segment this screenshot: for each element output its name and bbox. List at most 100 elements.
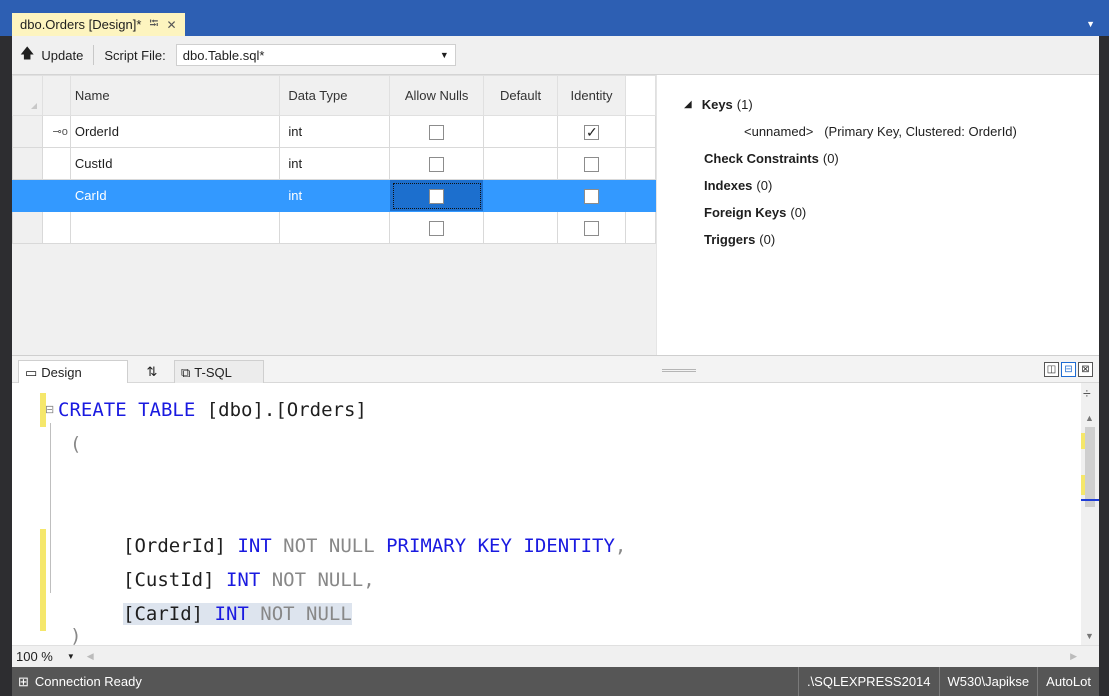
columns-grid: Name Data Type Allow Nulls Default Ident… bbox=[12, 75, 656, 355]
split-editor-icon[interactable]: ÷ bbox=[1083, 385, 1091, 401]
triggers-count: (0) bbox=[759, 232, 776, 247]
tab-design[interactable]: ▭ Design bbox=[18, 360, 128, 384]
code-keyword: INT bbox=[214, 569, 261, 591]
header-name[interactable]: Name bbox=[69, 75, 281, 116]
column-name-cell[interactable]: OrderId bbox=[69, 115, 281, 148]
identity-checkbox[interactable] bbox=[584, 188, 600, 204]
allow-nulls-checkbox[interactable] bbox=[429, 220, 445, 236]
allow-nulls-cell[interactable] bbox=[389, 147, 485, 180]
allow-nulls-cell[interactable] bbox=[389, 211, 485, 244]
identity-cell[interactable] bbox=[557, 147, 626, 180]
collapse-pane-icon[interactable]: ⊠ bbox=[1078, 362, 1093, 377]
column-name-cell[interactable]: CarId bbox=[69, 179, 281, 212]
data-type-cell[interactable]: int bbox=[279, 179, 391, 212]
triggers-label: Triggers bbox=[704, 232, 756, 247]
header-data-type[interactable]: Data Type bbox=[279, 75, 391, 116]
splitter-grip[interactable] bbox=[662, 369, 696, 372]
code-comma: , bbox=[363, 569, 375, 591]
identity-checkbox[interactable] bbox=[584, 156, 600, 172]
data-type-cell[interactable]: int bbox=[279, 147, 391, 180]
table-row[interactable]: CustId int bbox=[12, 147, 656, 180]
row-selector[interactable] bbox=[12, 147, 43, 180]
data-type-cell[interactable] bbox=[279, 211, 391, 244]
scroll-right-icon[interactable]: ▶ bbox=[1070, 651, 1077, 662]
triggers-node[interactable]: Triggers (0) bbox=[684, 226, 1099, 253]
column-name-cell[interactable] bbox=[69, 211, 281, 244]
scrollbar-thumb[interactable] bbox=[1085, 427, 1095, 507]
allow-nulls-checkbox[interactable] bbox=[429, 188, 445, 204]
identity-checkbox[interactable] bbox=[584, 220, 600, 236]
table-row-selected[interactable]: CarId int bbox=[12, 179, 656, 212]
code-line-1: CREATE TABLE [dbo].[Orders] bbox=[58, 393, 1058, 427]
zoom-level[interactable]: 100 % bbox=[16, 649, 53, 664]
column-name-cell[interactable]: CustId bbox=[69, 147, 281, 180]
allow-nulls-cell[interactable] bbox=[389, 115, 485, 148]
vertical-scrollbar[interactable]: ÷ ▲ ▼ bbox=[1081, 383, 1099, 645]
vertical-split-icon[interactable]: ◫ bbox=[1044, 362, 1059, 377]
default-cell[interactable] bbox=[483, 115, 559, 148]
code-paren: ( bbox=[70, 433, 82, 455]
close-icon[interactable]: ✕ bbox=[166, 18, 176, 32]
pane-switcher-bar: ▭ Design ⇅ ⧉ T-SQL ◫ ⊟ ⊠ bbox=[12, 355, 1099, 384]
keys-panel: ◢ Keys (1) <unnamed> (Primary Key, Clust… bbox=[664, 75, 1099, 355]
default-cell[interactable] bbox=[483, 179, 559, 212]
collapse-icon[interactable]: ⊟ bbox=[45, 403, 54, 416]
tab-tsql[interactable]: ⧉ T-SQL bbox=[174, 360, 264, 384]
chevron-down-icon[interactable]: ▼ bbox=[440, 50, 449, 60]
code-keyword: CREATE TABLE bbox=[58, 399, 196, 421]
code-identifier: [OrderId] bbox=[123, 535, 226, 557]
script-file-value: dbo.Table.sql* bbox=[182, 47, 265, 63]
table-row-new[interactable] bbox=[12, 211, 656, 244]
server-name: .\SQLEXPRESS2014 bbox=[797, 667, 939, 696]
script-file-dropdown[interactable]: dbo.Table.sql* ▼ bbox=[175, 44, 456, 66]
row-selector[interactable] bbox=[12, 211, 43, 244]
allow-nulls-checkbox[interactable] bbox=[429, 156, 445, 172]
designer-toolbar: 🡅 Update Script File: dbo.Table.sql* ▼ bbox=[12, 36, 1099, 75]
update-icon[interactable]: 🡅 bbox=[20, 43, 34, 67]
vertical-splitter[interactable] bbox=[656, 75, 662, 355]
check-constraints-count: (0) bbox=[822, 151, 839, 166]
table-row[interactable]: ⊸o OrderId int bbox=[12, 115, 656, 148]
scroll-down-icon[interactable]: ▼ bbox=[1085, 631, 1094, 641]
identity-cell[interactable] bbox=[557, 179, 626, 212]
allow-nulls-checkbox[interactable] bbox=[429, 124, 445, 140]
document-tab[interactable]: dbo.Orders [Design]* ⭾ ✕ bbox=[12, 13, 185, 36]
default-cell[interactable] bbox=[483, 211, 559, 244]
change-marker bbox=[40, 529, 46, 631]
identity-cell[interactable] bbox=[557, 211, 626, 244]
indexes-node[interactable]: Indexes (0) bbox=[684, 172, 1099, 199]
row-selector[interactable] bbox=[12, 179, 43, 212]
header-identity[interactable]: Identity bbox=[557, 75, 626, 116]
zoom-dropdown-icon[interactable]: ▼ bbox=[67, 652, 75, 661]
primary-key-item[interactable]: <unnamed> (Primary Key, Clustered: Order… bbox=[684, 118, 1099, 145]
caret-marker bbox=[1081, 499, 1099, 501]
data-type-cell[interactable]: int bbox=[279, 115, 391, 148]
select-all-corner[interactable] bbox=[12, 75, 43, 116]
header-allow-nulls[interactable]: Allow Nulls bbox=[389, 75, 485, 116]
identity-checkbox[interactable] bbox=[584, 124, 600, 141]
scroll-up-icon[interactable]: ▲ bbox=[1085, 413, 1094, 423]
identity-cell[interactable] bbox=[557, 115, 626, 148]
tsql-code-editor[interactable]: ⊟ CREATE TABLE [dbo].[Orders] ( [OrderId… bbox=[12, 383, 1081, 647]
change-marker bbox=[1081, 433, 1085, 449]
key-spacer bbox=[41, 211, 71, 244]
allow-nulls-cell[interactable] bbox=[389, 179, 485, 212]
swap-panes-button[interactable]: ⇅ bbox=[132, 360, 172, 384]
expand-triangle-icon[interactable]: ◢ bbox=[684, 99, 692, 110]
foreign-keys-label: Foreign Keys bbox=[704, 205, 787, 220]
code-keyword: INT bbox=[225, 535, 272, 557]
connection-status-text: Connection Ready bbox=[34, 674, 142, 689]
pin-icon[interactable]: ⭾ bbox=[149, 14, 158, 35]
header-default[interactable]: Default bbox=[483, 75, 559, 116]
update-button[interactable]: Update bbox=[41, 48, 83, 63]
default-cell[interactable] bbox=[483, 147, 559, 180]
foreign-keys-node[interactable]: Foreign Keys (0) bbox=[684, 199, 1099, 226]
header-key-spacer bbox=[41, 75, 71, 116]
keys-node[interactable]: ◢ Keys (1) bbox=[684, 91, 1099, 118]
horizontal-split-icon[interactable]: ⊟ bbox=[1061, 362, 1076, 377]
tab-dropdown-icon[interactable]: ▼ bbox=[1086, 19, 1095, 29]
check-constraints-node[interactable]: Check Constraints (0) bbox=[684, 145, 1099, 172]
row-selector[interactable] bbox=[12, 115, 43, 148]
scroll-left-icon[interactable]: ◀ bbox=[87, 651, 94, 662]
